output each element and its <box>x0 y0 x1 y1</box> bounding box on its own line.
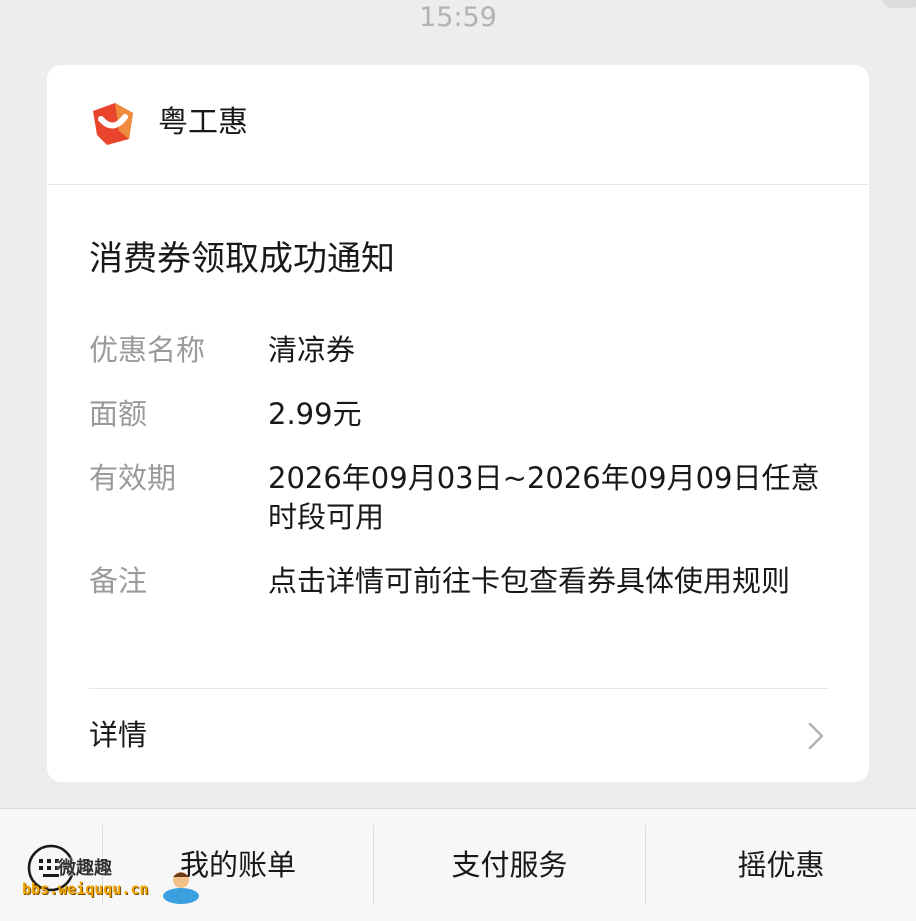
chevron-right-icon <box>808 722 824 750</box>
watermark: 微趣趣 bbs.weiququ.cn <box>18 846 208 912</box>
field-label: 优惠名称 <box>89 333 206 367</box>
field-label: 有效期 <box>89 461 177 495</box>
menu-shake-discount[interactable]: 摇优惠 <box>646 809 916 921</box>
watermark-url: bbs.weiququ.cn <box>22 880 149 898</box>
watermark-title: 微趣趣 <box>58 858 112 879</box>
field-label: 面额 <box>89 397 148 431</box>
field-value: 2.99元 <box>268 397 362 431</box>
field-value: 点击详情可前往卡包查看券具体使用规则 <box>268 564 791 598</box>
field-value: 清凉券 <box>268 333 356 367</box>
brand-name: 粤工惠 <box>158 105 248 140</box>
notification-card[interactable]: 粤工惠 消费券领取成功通知 优惠名称 清凉券 面额 2.99元 有效期 2026… <box>47 65 869 782</box>
field-value: 2026年09月03日~2026年09月09日任意时段可用 <box>268 461 820 534</box>
yuegonghui-logo-icon <box>93 103 133 145</box>
scroll-indicator <box>882 0 916 8</box>
card-header[interactable]: 粤工惠 <box>47 65 869 185</box>
watermark-figure-icon <box>163 872 199 904</box>
field-label: 备注 <box>89 564 148 598</box>
detail-link[interactable]: 详情 <box>47 689 869 782</box>
message-timestamp: 15:59 <box>419 2 497 33</box>
detail-label: 详情 <box>89 718 148 752</box>
menu-payment-service[interactable]: 支付服务 <box>374 809 645 921</box>
notice-title: 消费券领取成功通知 <box>89 239 395 279</box>
